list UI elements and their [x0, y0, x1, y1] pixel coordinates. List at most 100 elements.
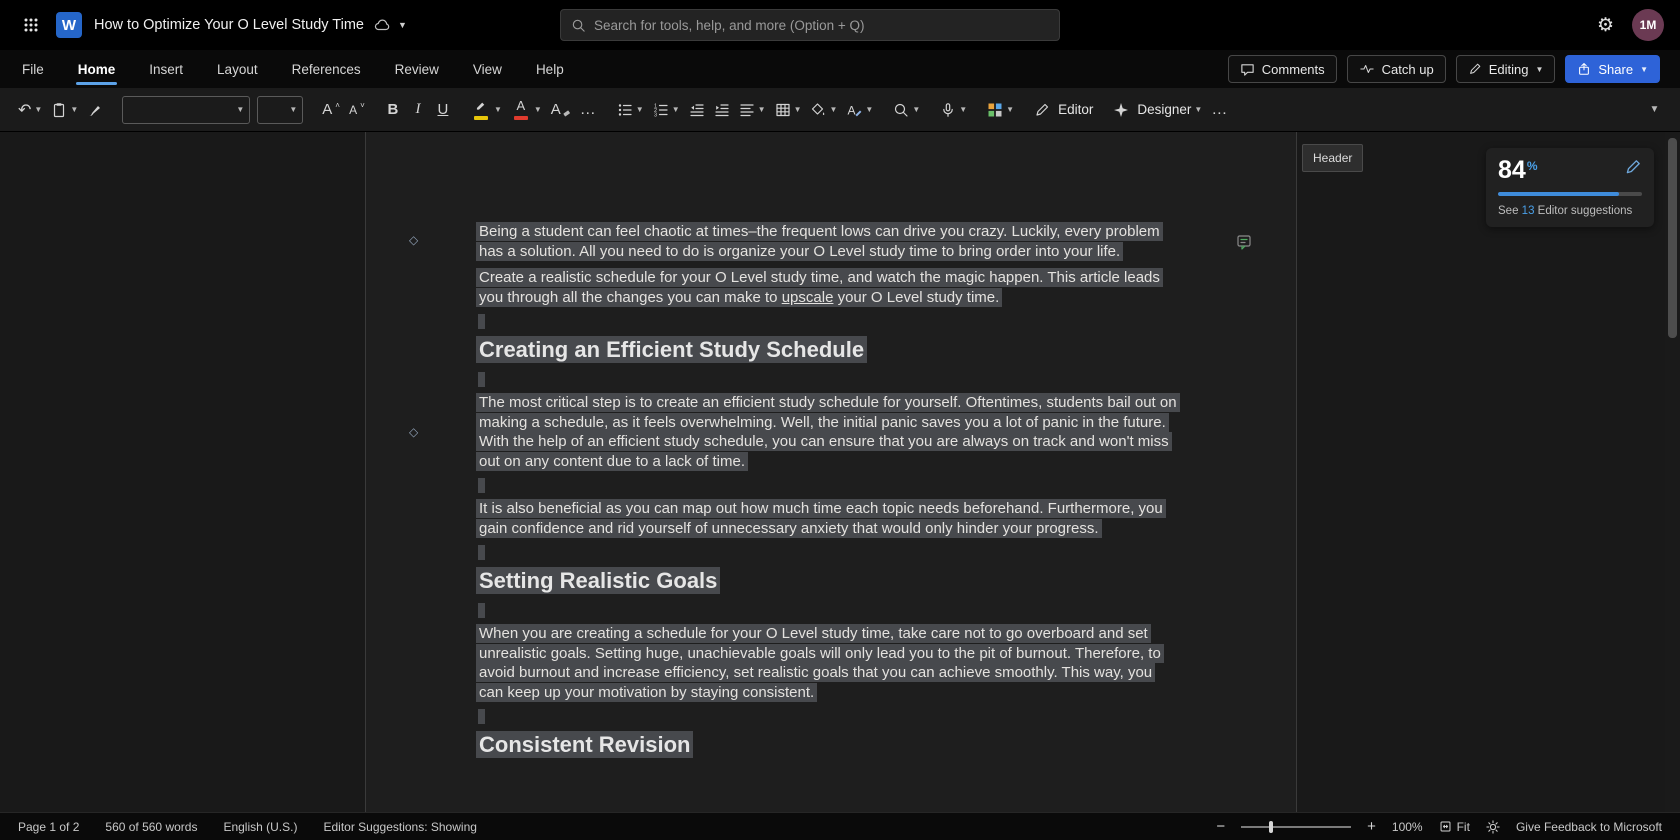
zoom-level[interactable]: 100%: [1392, 820, 1423, 834]
zoom-slider-thumb[interactable]: [1269, 821, 1273, 833]
tab-review[interactable]: Review: [393, 53, 441, 86]
search-bar[interactable]: [560, 9, 1060, 41]
heading-consistent-revision[interactable]: Consistent Revision: [476, 730, 1180, 760]
collapse-marker-icon[interactable]: ◇: [409, 426, 418, 438]
switch-background-icon[interactable]: [1486, 820, 1500, 834]
grow-font-label: A: [322, 102, 332, 117]
font-name-chevron-icon: ▼: [236, 105, 244, 114]
word-count[interactable]: 560 of 560 words: [105, 820, 197, 834]
tab-file[interactable]: File: [20, 53, 46, 86]
paragraph-2-text-after: your O Level study time.: [833, 289, 999, 306]
editor-score-card[interactable]: 84 % See 13 Editor suggestions: [1486, 148, 1654, 227]
editor-suggestions-link[interactable]: See 13 Editor suggestions: [1498, 205, 1642, 217]
font-size-select[interactable]: ▼: [257, 96, 303, 124]
bold-button[interactable]: B: [381, 95, 405, 125]
alignment-chevron-icon: ▼: [758, 105, 766, 114]
document-page[interactable]: Being a student can feel chaotic at time…: [365, 132, 1297, 812]
paragraph-3[interactable]: The most critical step is to create an e…: [476, 393, 1180, 471]
search-icon: [571, 18, 586, 33]
insert-table-button[interactable]: ▼: [771, 95, 806, 125]
search-input[interactable]: [594, 18, 1049, 33]
header-region-tab[interactable]: Header: [1302, 144, 1363, 172]
editor-pen-icon: [1624, 158, 1642, 176]
tab-insert[interactable]: Insert: [147, 53, 185, 86]
font-name-select[interactable]: ▼: [122, 96, 250, 124]
catch-up-button[interactable]: Catch up: [1347, 55, 1446, 83]
suggestions-prefix: See: [1498, 205, 1522, 217]
tab-layout[interactable]: Layout: [215, 53, 260, 86]
font-overflow-menu-button[interactable]: …: [576, 95, 601, 125]
numbering-button[interactable]: 123 ▼: [649, 95, 684, 125]
find-button[interactable]: ▼: [889, 95, 924, 125]
editor-button[interactable]: Editor: [1030, 95, 1097, 125]
shading-button[interactable]: ▼: [806, 95, 841, 125]
app-launcher-icon[interactable]: [16, 10, 46, 40]
tab-references[interactable]: References: [290, 53, 363, 86]
heading-study-schedule[interactable]: Creating an Efficient Study Schedule: [476, 335, 1180, 365]
editing-mode-button[interactable]: Editing ▼: [1456, 55, 1556, 83]
upscale-link[interactable]: upscale: [782, 289, 834, 306]
paragraph-1[interactable]: Being a student can feel chaotic at time…: [476, 222, 1180, 261]
account-avatar[interactable]: 1M: [1632, 9, 1664, 41]
fit-to-page-button[interactable]: Fit: [1439, 820, 1470, 834]
vertical-scrollbar[interactable]: [1665, 132, 1680, 812]
decrease-indent-button[interactable]: [685, 95, 709, 125]
undo-button[interactable]: ↶▼: [14, 95, 46, 125]
increase-indent-button[interactable]: [710, 95, 734, 125]
autosave-cloud-icon: [374, 18, 390, 32]
home-ribbon-toolbar: ↶▼ ▼ ▼ ▼ A˄ A˅ B I U ▼ A ▼ A … ▼ 123: [0, 88, 1680, 132]
suggestions-count: 13: [1522, 205, 1535, 217]
document-content[interactable]: Being a student can feel chaotic at time…: [366, 132, 1296, 760]
comments-button[interactable]: Comments: [1228, 55, 1337, 83]
alignment-button[interactable]: ▼: [735, 95, 770, 125]
paste-chevron-icon: ▼: [70, 105, 78, 114]
grow-font-button[interactable]: A˄: [318, 95, 344, 125]
shrink-font-button[interactable]: A˅: [345, 95, 369, 125]
bullets-button[interactable]: ▼: [613, 95, 648, 125]
text-effects-button[interactable]: A ▼: [842, 95, 877, 125]
heading-study-schedule-text: Creating an Efficient Study Schedule: [476, 336, 867, 363]
selected-empty-line: [478, 478, 485, 493]
collapse-ribbon-button[interactable]: ▼: [1642, 95, 1666, 125]
zoom-out-button[interactable]: −: [1216, 819, 1225, 834]
editing-pen-icon: [1468, 62, 1482, 76]
document-title[interactable]: How to Optimize Your O Level Study Time: [94, 17, 364, 33]
word-app-icon[interactable]: W: [56, 12, 82, 38]
language-indicator[interactable]: English (U.S.): [223, 820, 297, 834]
share-button[interactable]: Share ▼: [1565, 55, 1660, 83]
zoom-slider[interactable]: [1241, 826, 1351, 828]
paragraph-5[interactable]: When you are creating a schedule for you…: [476, 624, 1180, 702]
styles-gallery-button[interactable]: ▼: [983, 95, 1018, 125]
paragraph-4[interactable]: It is also beneficial as you can map out…: [476, 499, 1180, 538]
tracked-change-marker-icon[interactable]: [1236, 234, 1254, 250]
text-highlight-color-button[interactable]: ▼: [467, 95, 506, 125]
tab-view[interactable]: View: [471, 53, 504, 86]
editor-suggestions-status[interactable]: Editor Suggestions: Showing: [323, 820, 476, 834]
heading-realistic-goals[interactable]: Setting Realistic Goals: [476, 566, 1180, 596]
title-dropdown-chevron-icon[interactable]: ▼: [398, 20, 407, 30]
italic-button[interactable]: I: [406, 95, 430, 125]
text-effects-chevron-icon: ▼: [865, 105, 873, 114]
tab-help[interactable]: Help: [534, 53, 566, 86]
settings-gear-icon[interactable]: ⚙: [1597, 16, 1614, 35]
paragraph-2[interactable]: Create a realistic schedule for your O L…: [476, 268, 1180, 307]
editor-score-percent-sign: %: [1527, 159, 1538, 173]
catch-up-button-label: Catch up: [1382, 62, 1434, 77]
font-color-button[interactable]: A ▼: [507, 95, 546, 125]
collapse-marker-icon[interactable]: ◇: [409, 234, 418, 246]
underline-button[interactable]: U: [431, 95, 455, 125]
clear-formatting-button[interactable]: A: [547, 95, 575, 125]
dictate-button[interactable]: ▼: [936, 95, 971, 125]
format-painter-button[interactable]: [83, 95, 107, 125]
suggestions-suffix: Editor suggestions: [1534, 205, 1632, 217]
selected-empty-line: [478, 603, 485, 618]
tab-home[interactable]: Home: [76, 53, 118, 86]
page-indicator[interactable]: Page 1 of 2: [18, 820, 79, 834]
paste-button[interactable]: ▼: [47, 95, 82, 125]
feedback-link[interactable]: Give Feedback to Microsoft: [1516, 820, 1662, 834]
ribbon-overflow-button[interactable]: …: [1207, 95, 1232, 125]
zoom-in-button[interactable]: +: [1367, 819, 1376, 834]
scrollbar-thumb[interactable]: [1668, 138, 1677, 338]
designer-button[interactable]: Designer ▼: [1109, 95, 1206, 125]
document-canvas[interactable]: Being a student can feel chaotic at time…: [0, 132, 1680, 812]
